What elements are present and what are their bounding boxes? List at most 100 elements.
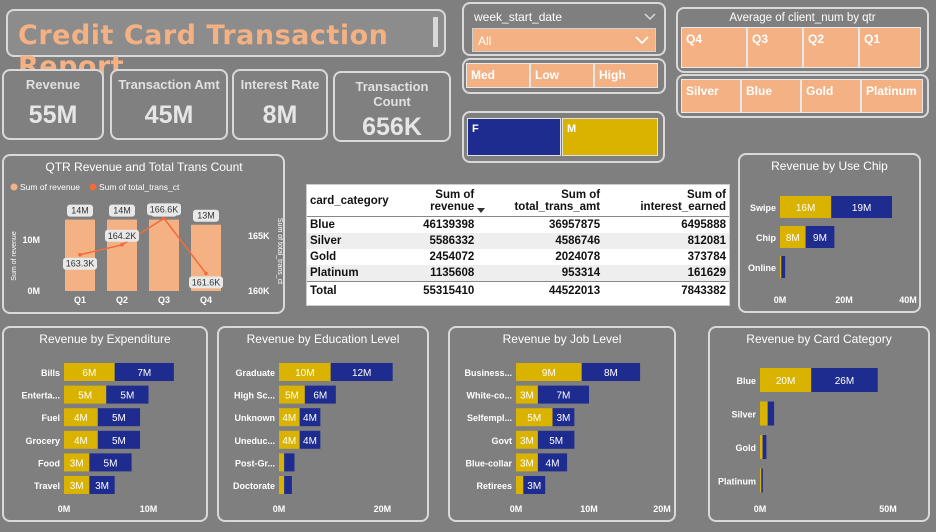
category-slicer-item[interactable]: Platinum	[861, 79, 923, 113]
table-row: Platinum 1135608 953314 161629	[307, 265, 729, 282]
table-cell: 373784	[687, 251, 726, 263]
legend-marker	[10, 183, 18, 191]
legend-marker	[89, 183, 97, 191]
table-cell: 2454072	[429, 251, 475, 263]
category-slicer-item[interactable]: Blue	[741, 79, 801, 113]
table-cell: Platinum	[307, 265, 392, 282]
kpi-value: 8M	[262, 101, 298, 129]
category-label: High Sc...	[234, 391, 275, 401]
table-cell: 812081	[603, 233, 729, 249]
sort-desc-icon[interactable]	[477, 208, 485, 213]
category-label: Govt	[491, 436, 512, 446]
qtr-chart-panel: QTR Revenue and Total Trans Count Sum of …	[2, 154, 285, 314]
data-label: 8M	[786, 233, 800, 244]
qtr-slicer-item[interactable]: Q1	[859, 27, 921, 68]
category-label: Food	[38, 458, 60, 468]
chart-title: QTR Revenue and Total Trans Count	[45, 160, 243, 174]
qtr-slicer-item[interactable]: Q3	[747, 27, 803, 68]
x-tick-label: 0M	[754, 504, 767, 514]
data-label: 5M	[549, 436, 563, 447]
data-label: 4M	[303, 436, 317, 447]
bar-segment	[767, 401, 775, 426]
data-label: 3M	[556, 413, 570, 424]
x-tick-label: Q1	[74, 295, 86, 305]
table-header[interactable]: Sum of total_trans_amt	[477, 185, 604, 217]
week-dropdown-value: All	[478, 34, 492, 48]
table-cell: 953314	[477, 265, 604, 282]
trans-count-point	[204, 271, 208, 276]
gender-bar-m[interactable]: M	[562, 118, 658, 156]
qtr-slicer-item[interactable]: Q2	[803, 27, 859, 68]
table-header[interactable]: Sum of revenue	[391, 185, 478, 217]
data-label: 19M	[852, 203, 871, 214]
gender-label-m: M	[567, 123, 577, 135]
qtr-chart: QTR Revenue and Total Trans Count Sum of …	[10, 160, 283, 305]
qtr-slicer-item[interactable]: Q4	[681, 27, 747, 68]
card-category-chart: Revenue by Card Category Blue 20M 26M Silver…	[718, 332, 897, 514]
data-label: 5M	[78, 391, 92, 402]
data-label: 7M	[556, 391, 570, 402]
x-tick-label: Q2	[116, 295, 128, 305]
kpi-label: Transaction Count	[355, 79, 429, 109]
table-cell: 5586332	[391, 233, 478, 249]
x-tick-label: 40M	[899, 295, 917, 305]
gender-bar-f[interactable]: F	[467, 118, 561, 156]
bar-segment	[760, 435, 763, 459]
table-header[interactable]: card_category	[307, 185, 392, 217]
y-tick-label: 10M	[22, 235, 40, 245]
card-category-table: card_category Sum of revenue Sum of tota…	[306, 184, 730, 306]
table-cell: 44522013	[477, 281, 604, 299]
data-label: 26M	[835, 376, 854, 387]
category-slicer-item[interactable]: Silver	[681, 79, 741, 113]
table-header[interactable]: Sum of interest_earned	[603, 185, 729, 217]
data-label: 6M	[82, 368, 96, 379]
category-label: Graduate	[235, 368, 275, 378]
education-panel: Revenue by Education Level Graduate 10M 12M…	[217, 326, 429, 522]
x-tick-label: Q4	[200, 295, 212, 305]
title-accent-bar	[433, 17, 438, 47]
use-chip-panel: Revenue by Use Chip Swipe 16M 19M Chip 8M 9M On…	[738, 153, 921, 313]
data-label: 5M	[285, 391, 299, 402]
trans-count-line	[79, 217, 207, 274]
category-label: Unknown	[235, 413, 276, 423]
income-slicer-item[interactable]: Med	[466, 63, 530, 88]
category-label: Blue-collar	[465, 458, 512, 468]
data-label: 3M	[70, 481, 84, 492]
income-slicer-item[interactable]: Low	[530, 63, 594, 88]
table-cell: 1135608	[391, 265, 478, 282]
data-label: 14M	[71, 206, 89, 216]
week-dropdown[interactable]: All	[472, 28, 656, 52]
category-label: Blue	[736, 376, 756, 386]
kpi-label: Interest Rate	[240, 77, 320, 92]
qtr-slicer-title: Average of client_num by qtr	[729, 12, 876, 24]
table-cell: 36957875	[548, 219, 601, 231]
bar-segment	[760, 401, 768, 426]
income-slicer-item[interactable]: High	[594, 63, 658, 88]
chart-title: Revenue by Use Chip	[771, 159, 888, 173]
data-label: 5M	[104, 458, 118, 469]
category-label: Chip	[756, 233, 776, 243]
bar-segment	[279, 453, 285, 472]
chevron-down-icon	[635, 36, 649, 45]
data-label: 4M	[546, 458, 560, 469]
category-label: Platinum	[718, 477, 756, 487]
data-label: 166.6K	[150, 204, 179, 214]
category-slicer-item[interactable]: Gold	[801, 79, 861, 113]
category-label: Swipe	[750, 203, 776, 213]
kpi-value: 45M	[144, 101, 194, 129]
y2-tick-label: 160K	[248, 286, 270, 296]
category-label: Travel	[34, 481, 60, 491]
trans-count-point	[162, 216, 166, 221]
kpi-card-interest-rate: Interest Rate 8M	[232, 69, 328, 140]
table-cell: Total	[307, 281, 392, 299]
education-chart: Revenue by Education Level Graduate 10M 12M…	[233, 332, 399, 514]
bar-segment	[284, 476, 292, 494]
data-label: 14M	[113, 206, 131, 216]
table-cell: 6495888	[681, 219, 726, 231]
kpi-label: Transaction Amt	[118, 77, 220, 92]
x-tick-label: 20M	[374, 504, 392, 514]
category-label: Uneduc...	[234, 436, 275, 446]
chevron-down-icon[interactable]	[644, 13, 656, 21]
data-label: 4M	[74, 436, 88, 447]
x-tick-label: Q3	[158, 295, 170, 305]
